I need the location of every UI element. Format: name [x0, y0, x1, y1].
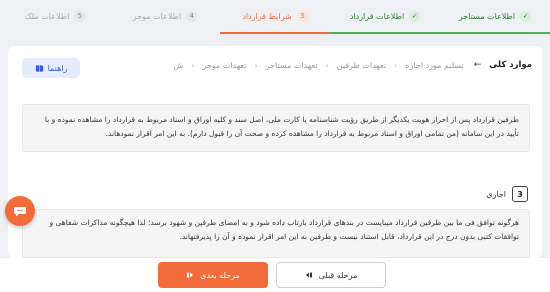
step-contract-info[interactable]: ✓ اطلاعات قرارداد — [330, 0, 440, 34]
section-header: 3 اجاری — [486, 186, 528, 202]
next-step-button[interactable]: مرحله بعدی — [158, 262, 268, 288]
help-label: راهنما — [47, 63, 68, 73]
step-property-info[interactable]: 5 اطلاعات ملک — [0, 0, 110, 34]
arrow-icon — [305, 272, 312, 278]
arrow-left-icon: ← — [473, 60, 482, 70]
progress-stepper: ✓ اطلاعات مستاجر ✓ اطلاعات قرارداد 3 شرا… — [0, 0, 550, 34]
check-icon: ✓ — [409, 10, 421, 22]
prev-label: مرحله قبلی — [318, 270, 358, 280]
next-label: مرحله بعدی — [200, 270, 240, 280]
step-label: اطلاعات ملک — [24, 11, 70, 21]
book-icon — [35, 64, 43, 72]
step-number: 3 — [296, 10, 308, 22]
step-tenant-info[interactable]: ✓ اطلاعات مستاجر — [440, 0, 550, 34]
section-body: هرگونه توافق فی ما بین طرفین قرارداد میب… — [22, 209, 530, 258]
breadcrumb-item[interactable]: ش — [173, 61, 183, 70]
breadcrumb-item[interactable]: تسلیم مورد اجاره — [405, 61, 463, 70]
chat-button[interactable] — [5, 196, 35, 226]
section-title: اجاری — [486, 189, 506, 199]
step-number: 5 — [74, 10, 86, 22]
breadcrumb: موارد کلی ← تسلیم مورد اجاره ‹ تعهدات طر… — [165, 60, 532, 70]
content-card: موارد کلی ← تسلیم مورد اجاره ‹ تعهدات طر… — [8, 46, 542, 258]
previous-step-button[interactable]: مرحله قبلی — [276, 262, 386, 288]
footer-bar — [0, 258, 550, 292]
step-label: اطلاعات مستاجر — [458, 11, 516, 21]
breadcrumb-item[interactable]: تعهدات طرفین — [337, 61, 386, 70]
step-landlord-info[interactable]: 4 اطلاعات موجر — [110, 0, 220, 34]
chevron-left-icon: ‹ — [254, 60, 258, 70]
chat-icon — [14, 207, 26, 217]
notice-text: طرفین قرارداد پس از احراز هویت یکدیگر از… — [22, 104, 530, 152]
help-button[interactable]: راهنما — [22, 58, 80, 78]
section-number: 3 — [512, 186, 528, 202]
chevron-left-icon: ‹ — [394, 60, 398, 70]
step-label: شرایط قرارداد — [242, 11, 292, 21]
chevron-left-icon: ‹ — [191, 60, 195, 70]
chevron-left-icon: ‹ — [325, 60, 329, 70]
breadcrumb-current[interactable]: موارد کلی — [489, 60, 532, 70]
arrow-icon — [187, 272, 194, 278]
step-contract-terms[interactable]: 3 شرایط قرارداد — [220, 0, 330, 34]
check-icon: ✓ — [520, 10, 532, 22]
breadcrumb-item[interactable]: تعهدات موجر — [202, 61, 246, 70]
step-label: اطلاعات قرارداد — [349, 11, 405, 21]
step-label: اطلاعات موجر — [132, 11, 182, 21]
breadcrumb-item[interactable]: تعهدات مستاجر — [266, 61, 318, 70]
step-number: 4 — [186, 10, 198, 22]
